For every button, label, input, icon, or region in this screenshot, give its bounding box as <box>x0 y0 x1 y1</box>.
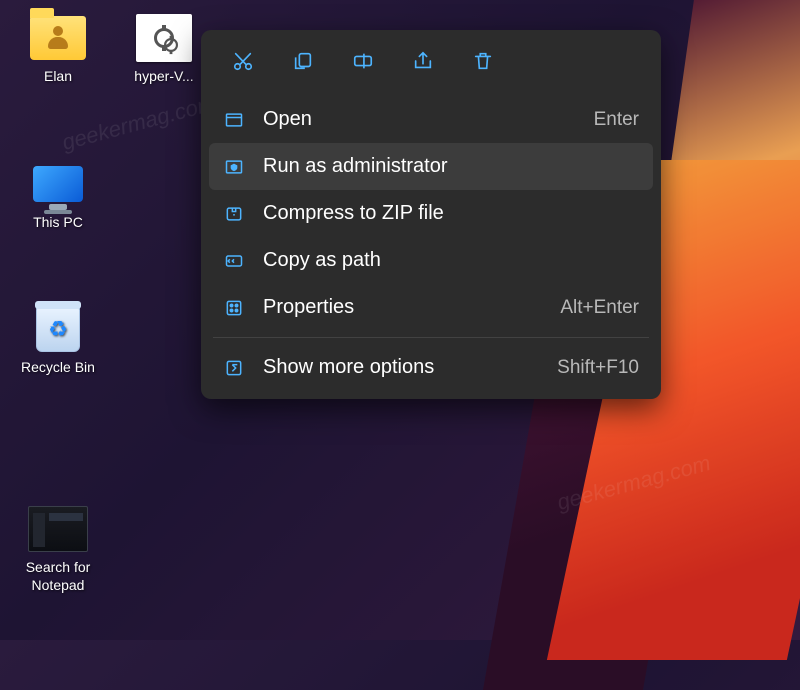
desktop-icon-folder-elan[interactable]: Elan <box>8 14 108 86</box>
menu-item-copy-as-path[interactable]: Copy as path <box>209 237 653 284</box>
this-pc-icon <box>28 160 88 208</box>
quick-actions-row <box>209 38 653 96</box>
properties-icon <box>223 297 245 319</box>
desktop-icon-this-pc[interactable]: This PC <box>8 160 108 232</box>
delete-button[interactable] <box>461 44 505 84</box>
menu-item-show-more-options[interactable]: Show more options Shift+F10 <box>209 344 653 391</box>
icon-label: Recycle Bin <box>21 359 95 377</box>
copy-icon <box>292 50 314 78</box>
menu-item-properties[interactable]: Properties Alt+Enter <box>209 284 653 331</box>
more-options-icon <box>223 357 245 379</box>
menu-item-compress-zip[interactable]: Compress to ZIP file <box>209 190 653 237</box>
batch-file-icon <box>134 14 194 62</box>
rename-icon <box>351 50 375 78</box>
shield-icon <box>223 156 245 178</box>
folder-icon <box>28 14 88 62</box>
menu-item-accelerator: Alt+Enter <box>560 297 639 319</box>
icon-label: Elan <box>44 68 72 86</box>
recycle-bin-icon: ♻ <box>28 305 88 353</box>
menu-item-label: Properties <box>263 296 542 319</box>
rename-button[interactable] <box>341 44 385 84</box>
copy-path-icon <box>223 250 245 272</box>
menu-separator <box>213 337 649 338</box>
share-icon <box>412 50 434 78</box>
icon-label: This PC <box>33 214 83 232</box>
zip-icon <box>223 203 245 225</box>
copy-button[interactable] <box>281 44 325 84</box>
open-icon <box>223 109 245 131</box>
desktop-icon-search-notepad[interactable]: Search for Notepad <box>8 505 108 594</box>
thumbnail-icon <box>28 505 88 553</box>
cut-button[interactable] <box>221 44 265 84</box>
watermark-text: geekermag.com <box>59 90 218 156</box>
menu-item-label: Open <box>263 108 576 131</box>
icon-label: hyper-V... <box>134 68 193 86</box>
scissors-icon <box>232 50 254 78</box>
menu-item-accelerator: Enter <box>594 109 639 131</box>
menu-item-label: Compress to ZIP file <box>263 202 621 225</box>
menu-item-accelerator: Shift+F10 <box>557 357 639 379</box>
menu-item-run-as-administrator[interactable]: Run as administrator <box>209 143 653 190</box>
share-button[interactable] <box>401 44 445 84</box>
context-menu: Open Enter Run as administrator Compress… <box>201 30 661 399</box>
trash-icon <box>472 50 494 78</box>
menu-item-open[interactable]: Open Enter <box>209 96 653 143</box>
menu-item-label: Run as administrator <box>263 155 621 178</box>
icon-label: Search for Notepad <box>26 559 91 594</box>
menu-item-label: Copy as path <box>263 249 621 272</box>
menu-item-label: Show more options <box>263 356 539 379</box>
desktop-icon-recycle-bin[interactable]: ♻ Recycle Bin <box>8 305 108 377</box>
desktop-icon-hyperv[interactable]: hyper-V... <box>114 14 214 86</box>
